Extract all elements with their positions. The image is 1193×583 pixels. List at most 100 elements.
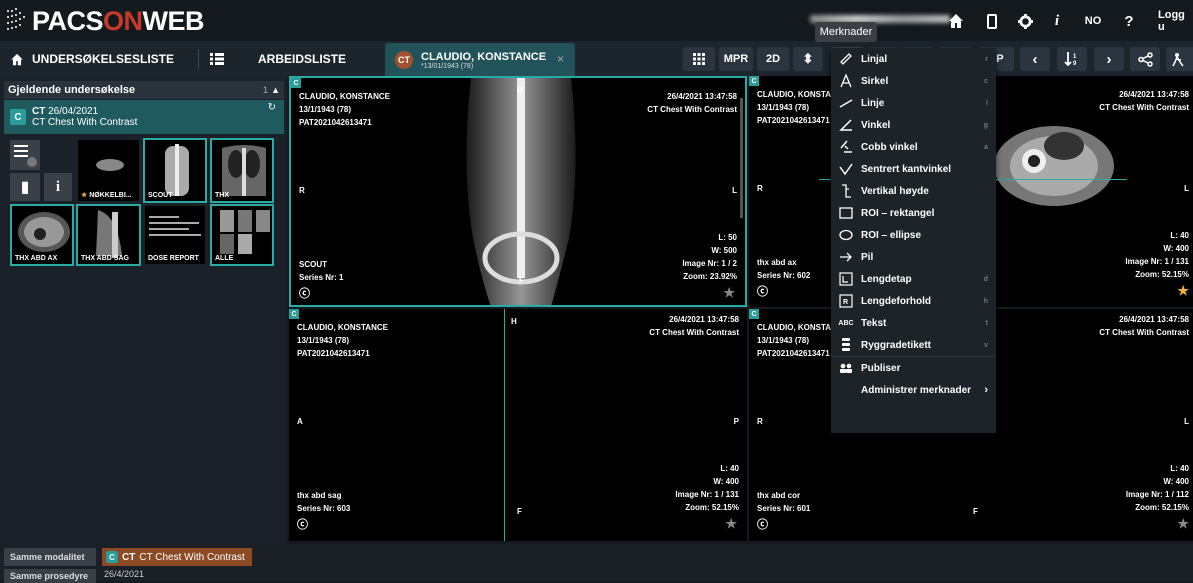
worklist-list-icon[interactable] (210, 41, 224, 77)
scrollbar[interactable] (740, 98, 743, 218)
zoom-level: Zoom: 52.15% (685, 503, 739, 512)
modality-badge: CT (395, 51, 413, 69)
phone-icon[interactable] (984, 10, 1000, 32)
orientation-top: H (517, 86, 523, 95)
collapse-chevron-icon[interactable]: ▲ (271, 85, 280, 95)
info-document-icon[interactable]: i (44, 173, 72, 201)
orientation-left: R (757, 417, 763, 426)
tab-study-list[interactable]: UNDERSØKELSESLISTE (10, 41, 174, 77)
menu-item-length-ratio[interactable]: R Lengdeforhold h (831, 290, 996, 312)
series-number: Series Nr: 1 (299, 273, 344, 282)
menu-item-arrow[interactable]: Pil (831, 246, 996, 268)
thumbnail-dose-report[interactable]: DOSE REPORT (143, 204, 207, 266)
viewport-sagittal[interactable]: C CLAUDIO, KONSTANCE 13/1/1943 (78) PAT2… (289, 309, 747, 541)
more-tools-icon[interactable] (1166, 47, 1193, 71)
language-selector[interactable]: NO (1082, 10, 1104, 32)
menu-item-publish[interactable]: Publiser (831, 357, 996, 379)
tab-bar: UNDERSØKELSESLISTE ARBEIDSLISTE CT CLAUD… (0, 41, 1193, 77)
viewport-scout[interactable]: C CLAUDIO, KONSTANCE 13/1/1943 (78) PAT2… (289, 76, 747, 307)
star-icon[interactable]: ★ (723, 286, 735, 299)
related-study-card[interactable]: C CT CT Chest With Contrast (102, 548, 252, 566)
sync-icon[interactable]: ⓒ (757, 519, 768, 532)
menu-item-angle[interactable]: Vinkel g (831, 114, 996, 136)
menu-item-length-loss[interactable]: Lengdetap d (831, 268, 996, 290)
study-datetime: 26/4/2021 13:47:58 (1119, 90, 1189, 99)
thumbnail-key-images[interactable]: ★ NØKKELBI... (76, 138, 141, 203)
menu-item-manage-annotations[interactable]: Administrer merknader › (831, 379, 996, 401)
study-datetime: 26/4/2021 13:47:58 (667, 92, 737, 101)
svg-text:1: 1 (1073, 54, 1077, 60)
menu-item-circle[interactable]: Sirkel c (831, 70, 996, 92)
logout-link[interactable]: Logg u (1158, 9, 1193, 33)
annotations-menu: Linjal r Sirkel c Linje l Vinkel g Cobb vink… (831, 48, 996, 433)
report-list-icon[interactable] (10, 140, 40, 170)
star-icon[interactable]: ★ (1177, 517, 1189, 530)
share-icon[interactable] (1130, 47, 1160, 71)
series-name: thx abd cor (757, 491, 801, 500)
menu-item-ruler[interactable]: Linjal r (831, 48, 996, 70)
patient-name: CLAUDIO, KONSTANCE (421, 50, 547, 63)
window-width: W: 400 (713, 477, 739, 486)
menu-item-line[interactable]: Linje l (831, 92, 996, 114)
scroll-updown-icon[interactable]: ⬍ (793, 47, 823, 71)
help-icon[interactable]: ? (1122, 10, 1136, 32)
sort-down-icon[interactable]: 19 (1057, 47, 1087, 71)
study-badge: C (10, 109, 26, 125)
top-bar: PACSONWEB i NO ? Logg u (0, 0, 1193, 41)
study-desc: CT Chest With Contrast (649, 328, 739, 337)
settings-gear-icon[interactable] (1016, 10, 1034, 32)
orientation-right: P (733, 417, 739, 426)
patient-id: PAT2021042613471 (297, 349, 370, 358)
previous-icon[interactable]: ‹ (1020, 47, 1050, 71)
related-study-date: 26/4/2021 (104, 569, 145, 579)
circle-tool-icon (831, 74, 861, 88)
sync-icon[interactable]: ⓒ (297, 519, 308, 532)
attachment-icon[interactable]: ▮ (10, 173, 40, 201)
next-icon[interactable]: › (1094, 47, 1124, 71)
orientation-left: A (297, 417, 303, 426)
star-icon[interactable]: ★ (725, 517, 737, 530)
thumbnail-thx[interactable]: THX (210, 138, 274, 203)
mpr-button[interactable]: MPR (719, 47, 753, 71)
menu-item-roi-rectangle[interactable]: ROI – rektangel (831, 202, 996, 224)
sync-icon[interactable]: ⓒ (757, 286, 768, 299)
menu-item-vertical-height[interactable]: Vertikal høyde (831, 180, 996, 202)
same-modality-button[interactable]: Samme modalitet (4, 548, 96, 566)
2d-button[interactable]: 2D (757, 47, 789, 71)
study-desc: CT Chest With Contrast (647, 105, 737, 114)
star-icon[interactable]: ★ (1177, 284, 1189, 297)
zoom-level: Zoom: 23.92% (683, 272, 737, 281)
tab-patient[interactable]: CT CLAUDIO, KONSTANCE *13/01/1943 (78) × (385, 43, 575, 77)
menu-item-text[interactable]: ABC Tekst t (831, 312, 996, 334)
centered-angle-icon (831, 162, 861, 176)
app-logo[interactable]: PACSONWEB (6, 5, 205, 37)
thumbnail-thx-abd-ax[interactable]: THX ABD AX (10, 204, 74, 266)
study-count: 1 (262, 85, 268, 95)
sync-icon[interactable]: ⓒ (299, 288, 310, 301)
thumbnail-thx-abd-sag[interactable]: THX ABD SAG (76, 204, 141, 266)
refresh-icon[interactable]: ↻ (268, 102, 276, 113)
patient-id: PAT2021042613471 (757, 349, 830, 358)
menu-item-spine-label[interactable]: Ryggradetikett v (831, 334, 996, 356)
window-level: L: 40 (1170, 231, 1189, 240)
close-tab-icon[interactable]: × (557, 52, 564, 66)
info-icon[interactable]: i (1050, 10, 1064, 32)
patient-dob: 13/1/1943 (78) (757, 103, 810, 112)
text-icon: ABC (838, 319, 854, 327)
current-study-header[interactable]: Gjeldende undersøkelse 1 ▲ (4, 81, 284, 99)
menu-item-centered-edge-angle[interactable]: Sentrert kantvinkel (831, 158, 996, 180)
home-icon[interactable] (946, 10, 966, 32)
orientation-left: R (299, 186, 305, 195)
menu-item-cobb-angle[interactable]: Cobb vinkel a (831, 136, 996, 158)
series-name: thx abd ax (757, 258, 797, 267)
layout-grid-icon[interactable] (683, 47, 715, 71)
thumbnail-all[interactable]: ALLE (210, 204, 274, 266)
study-card[interactable]: C CT 26/04/2021 CT Chest With Contrast ↻ (4, 100, 284, 134)
thumbnail-scout[interactable]: SCOUT (143, 138, 207, 203)
orientation-bottom: F (517, 507, 522, 516)
patient-id: PAT2021042613471 (299, 118, 372, 127)
tab-worklist[interactable]: ARBEIDSLISTE (258, 41, 346, 77)
scout-image (466, 78, 576, 305)
menu-item-roi-ellipse[interactable]: ROI – ellipse (831, 224, 996, 246)
roi-ellipse-icon (831, 229, 861, 241)
